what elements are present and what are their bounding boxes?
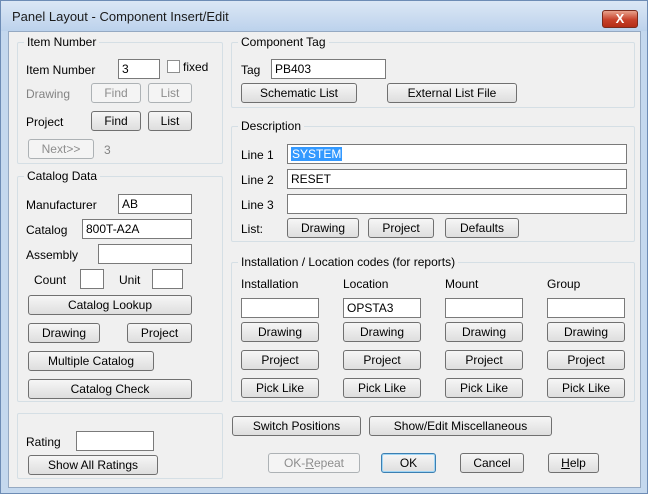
count-input[interactable] bbox=[80, 269, 104, 289]
show-all-ratings-button[interactable]: Show All Ratings bbox=[28, 455, 158, 475]
catalog-check-button[interactable]: Catalog Check bbox=[28, 379, 192, 399]
catalog-label: Catalog bbox=[26, 223, 68, 237]
tag-label: Tag bbox=[241, 63, 261, 77]
installation-drawing-button[interactable]: Drawing bbox=[241, 322, 319, 342]
mount-pick-like-button[interactable]: Pick Like bbox=[445, 378, 523, 398]
manufacturer-label: Manufacturer bbox=[26, 198, 97, 212]
group-drawing-button[interactable]: Drawing bbox=[547, 322, 625, 342]
ok-button[interactable]: OK bbox=[381, 453, 436, 473]
line2-label: Line 2 bbox=[241, 173, 274, 187]
item-number-group-title: Item Number bbox=[24, 35, 100, 49]
group-header: Group bbox=[547, 277, 581, 291]
ok-repeat-button[interactable]: OK-Repeat bbox=[268, 453, 360, 473]
item-number-group: Item Number Item Number 3 fixed Drawing … bbox=[17, 35, 223, 164]
item-drawing-find-button[interactable]: Find bbox=[91, 83, 141, 103]
group-input[interactable] bbox=[547, 298, 625, 318]
close-icon: X bbox=[615, 11, 625, 26]
group-pick-like-button[interactable]: Pick Like bbox=[547, 378, 625, 398]
catalog-data-group: Catalog Data Manufacturer AB Catalog 800… bbox=[17, 169, 223, 402]
mount-drawing-button[interactable]: Drawing bbox=[445, 322, 523, 342]
location-codes-group: Installation / Location codes (for repor… bbox=[231, 255, 635, 402]
installation-pick-like-button[interactable]: Pick Like bbox=[241, 378, 319, 398]
installation-project-button[interactable]: Project bbox=[241, 350, 319, 370]
unit-label: Unit bbox=[119, 273, 141, 287]
location-project-button[interactable]: Project bbox=[343, 350, 421, 370]
count-label: Count bbox=[34, 273, 67, 287]
title-bar[interactable]: Panel Layout - Component Insert/Edit X bbox=[1, 1, 647, 31]
location-header: Location bbox=[343, 277, 389, 291]
catalog-data-group-title: Catalog Data bbox=[24, 169, 101, 183]
help-button[interactable]: Help bbox=[548, 453, 599, 473]
assembly-label: Assembly bbox=[26, 248, 79, 262]
line1-label: Line 1 bbox=[241, 148, 274, 162]
show-edit-miscellaneous-button[interactable]: Show/Edit Miscellaneous bbox=[369, 416, 552, 436]
item-drawing-label: Drawing bbox=[26, 87, 71, 101]
group-project-button[interactable]: Project bbox=[547, 350, 625, 370]
next-button[interactable]: Next>> bbox=[28, 139, 94, 159]
installation-input[interactable] bbox=[241, 298, 319, 318]
mount-project-button[interactable]: Project bbox=[445, 350, 523, 370]
catalog-project-button[interactable]: Project bbox=[127, 323, 192, 343]
cancel-button[interactable]: Cancel bbox=[460, 453, 524, 473]
schematic-list-button[interactable]: Schematic List bbox=[241, 83, 357, 103]
component-tag-group: Component Tag Tag PB403 Schematic List E… bbox=[231, 35, 635, 108]
unit-input[interactable] bbox=[152, 269, 183, 289]
rating-label: Rating bbox=[26, 435, 61, 449]
fixed-checkbox[interactable] bbox=[167, 60, 180, 73]
item-project-label: Project bbox=[26, 115, 64, 129]
help-suffix: elp bbox=[569, 456, 586, 470]
close-button[interactable]: X bbox=[602, 10, 638, 28]
rating-group: Rating Show All Ratings bbox=[17, 413, 223, 479]
installation-header: Installation bbox=[241, 277, 299, 291]
dialog-window: Panel Layout - Component Insert/Edit X I… bbox=[0, 0, 648, 494]
catalog-drawing-button[interactable]: Drawing bbox=[28, 323, 100, 343]
multiple-catalog-button[interactable]: Multiple Catalog bbox=[28, 351, 154, 371]
assembly-input[interactable] bbox=[98, 244, 192, 264]
fixed-label: fixed bbox=[183, 60, 209, 74]
rating-input[interactable] bbox=[76, 431, 154, 451]
external-list-file-button[interactable]: External List File bbox=[387, 83, 517, 103]
description-project-button[interactable]: Project bbox=[368, 218, 434, 238]
item-number-input[interactable]: 3 bbox=[118, 59, 160, 79]
line1-selected-text: SYSTEM bbox=[291, 147, 343, 161]
item-project-list-button[interactable]: List bbox=[148, 111, 192, 131]
tag-input[interactable]: PB403 bbox=[271, 59, 386, 79]
line3-input[interactable] bbox=[287, 194, 627, 214]
component-tag-group-title: Component Tag bbox=[238, 35, 329, 49]
help-hotkey: H bbox=[561, 456, 570, 470]
description-group: Description Line 1 SYSTEM Line 2 RESET L… bbox=[231, 119, 635, 242]
ok-repeat-prefix: OK- bbox=[283, 456, 306, 470]
description-drawing-button[interactable]: Drawing bbox=[287, 218, 359, 238]
line3-label: Line 3 bbox=[241, 198, 274, 212]
description-defaults-button[interactable]: Defaults bbox=[445, 218, 519, 238]
location-input[interactable]: OPSTA3 bbox=[343, 298, 421, 318]
item-number-label: Item Number bbox=[26, 63, 96, 77]
catalog-lookup-button[interactable]: Catalog Lookup bbox=[28, 295, 192, 315]
next-item-value: 3 bbox=[104, 143, 111, 157]
item-project-find-button[interactable]: Find bbox=[91, 111, 141, 131]
line2-input[interactable]: RESET bbox=[287, 169, 627, 189]
mount-header: Mount bbox=[445, 277, 479, 291]
description-group-title: Description bbox=[238, 119, 305, 133]
manufacturer-input[interactable]: AB bbox=[118, 194, 192, 214]
ok-repeat-hotkey: R bbox=[305, 456, 314, 470]
mount-input[interactable] bbox=[445, 298, 523, 318]
line1-input[interactable]: SYSTEM bbox=[287, 144, 627, 164]
location-drawing-button[interactable]: Drawing bbox=[343, 322, 421, 342]
switch-positions-button[interactable]: Switch Positions bbox=[232, 416, 361, 436]
dialog-client-area: Item Number Item Number 3 fixed Drawing … bbox=[8, 31, 641, 488]
description-list-label: List: bbox=[241, 222, 264, 236]
ok-repeat-suffix: epeat bbox=[313, 456, 345, 470]
item-drawing-list-button[interactable]: List bbox=[148, 83, 192, 103]
location-codes-group-title: Installation / Location codes (for repor… bbox=[238, 255, 459, 269]
window-title: Panel Layout - Component Insert/Edit bbox=[12, 9, 229, 24]
location-pick-like-button[interactable]: Pick Like bbox=[343, 378, 421, 398]
catalog-input[interactable]: 800T-A2A bbox=[82, 219, 192, 239]
